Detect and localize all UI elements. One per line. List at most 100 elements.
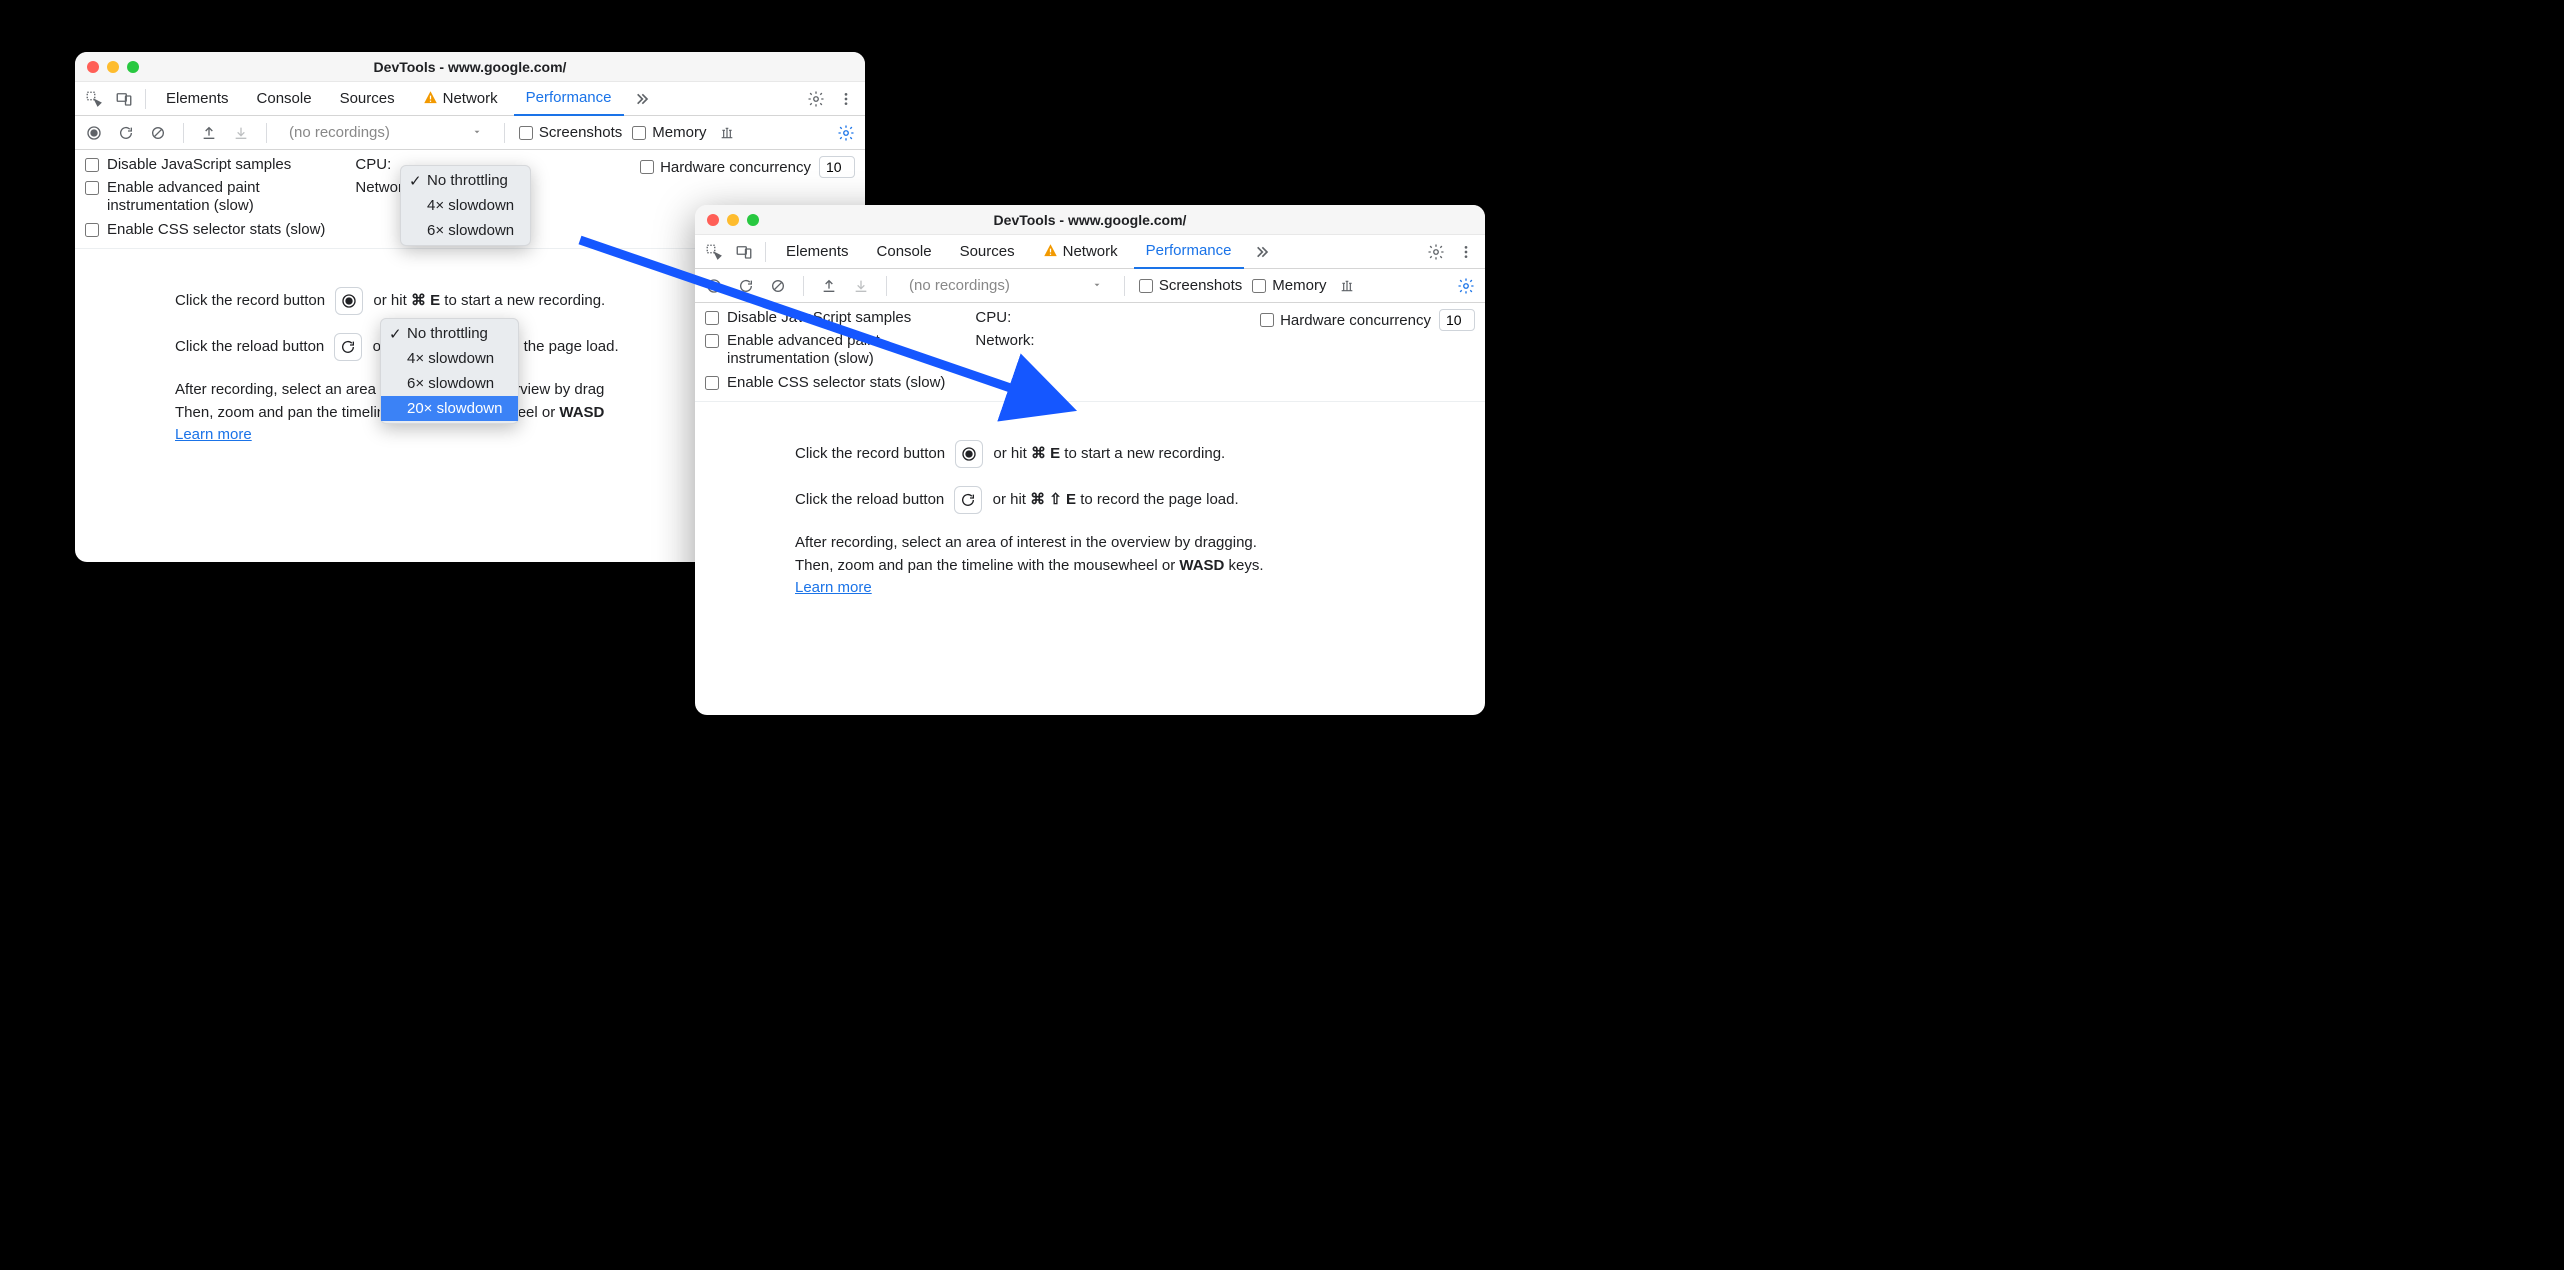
download-icon	[230, 122, 252, 144]
separator	[1124, 276, 1125, 296]
disable-js-checkbox[interactable]: Disable JavaScript samples	[85, 156, 325, 173]
advanced-paint-checkbox[interactable]: Enable advanced paintinstrumentation (sl…	[85, 179, 325, 215]
reload-record-button[interactable]	[115, 122, 137, 144]
zoom-button[interactable]	[747, 214, 759, 226]
learn-more-link[interactable]: Learn more	[175, 426, 252, 443]
caret-icon	[1092, 277, 1102, 294]
memory-checkbox[interactable]: Memory	[632, 124, 706, 141]
tab-label: Console	[877, 243, 932, 260]
record-button[interactable]	[703, 275, 725, 297]
separator	[765, 242, 766, 262]
network-throttle-label: Network:	[975, 332, 1034, 349]
tab-elements[interactable]: Elements	[774, 235, 861, 269]
upload-icon[interactable]	[818, 275, 840, 297]
minimize-button[interactable]	[107, 61, 119, 73]
tab-performance[interactable]: Performance	[1134, 235, 1244, 269]
upload-icon[interactable]	[198, 122, 220, 144]
minimize-button[interactable]	[727, 214, 739, 226]
throttle-option[interactable]: 20× slowdown	[381, 396, 518, 421]
close-button[interactable]	[707, 214, 719, 226]
collect-garbage-icon[interactable]	[1336, 275, 1358, 297]
recordings-placeholder: (no recordings)	[909, 277, 1010, 294]
settings-gear-icon[interactable]	[803, 86, 829, 112]
memory-label: Memory	[652, 124, 706, 141]
recordings-dropdown[interactable]: (no recordings)	[281, 124, 490, 141]
css-selector-checkbox[interactable]: Enable CSS selector stats (slow)	[85, 221, 325, 238]
reload-button-inline[interactable]	[954, 486, 982, 514]
hardware-concurrency-input[interactable]	[1439, 309, 1475, 331]
advanced-paint-checkbox[interactable]: Enable advanced paintinstrumentation (sl…	[705, 332, 945, 368]
tab-label: Sources	[960, 243, 1015, 260]
screenshots-checkbox[interactable]: Screenshots	[519, 124, 622, 141]
throttle-option[interactable]: No throttling	[381, 321, 518, 346]
memory-checkbox[interactable]: Memory	[1252, 277, 1326, 294]
record-button-inline[interactable]	[955, 440, 983, 468]
tab-elements[interactable]: Elements	[154, 82, 241, 116]
close-button[interactable]	[87, 61, 99, 73]
capture-settings-gear-icon[interactable]	[1455, 275, 1477, 297]
record-button[interactable]	[83, 122, 105, 144]
reload-instruction: Click the reload button or hit ⌘ ⇧ E to …	[795, 486, 1455, 514]
cpu-throttle-dropdown[interactable]: No throttling4× slowdown6× slowdown	[400, 165, 531, 246]
separator	[266, 123, 267, 143]
hwcc-label: Hardware concurrency	[660, 159, 811, 176]
zoom-button[interactable]	[127, 61, 139, 73]
panel-tabstrip: Elements Console Sources NetworkPerformance	[695, 235, 1485, 269]
throttle-option[interactable]: 6× slowdown	[401, 218, 530, 243]
titlebar: DevTools - www.google.com/	[695, 205, 1485, 235]
inspect-icon[interactable]	[701, 239, 727, 265]
throttle-option[interactable]: No throttling	[401, 168, 530, 193]
separator	[183, 123, 184, 143]
clear-button[interactable]	[767, 275, 789, 297]
hardware-concurrency-checkbox[interactable]: Hardware concurrency	[640, 159, 811, 176]
tab-network[interactable]: Network	[1031, 235, 1130, 269]
device-icon[interactable]	[111, 86, 137, 112]
record-button-inline[interactable]	[335, 287, 363, 315]
kebab-menu-icon[interactable]	[833, 86, 859, 112]
more-panels-icon[interactable]	[1248, 239, 1274, 265]
more-panels-icon[interactable]	[628, 86, 654, 112]
inspect-icon[interactable]	[81, 86, 107, 112]
cpu-throttle-label: CPU:	[975, 309, 1034, 326]
tab-label: Elements	[166, 90, 229, 107]
settings-gear-icon[interactable]	[1423, 239, 1449, 265]
tab-sources[interactable]: Sources	[948, 235, 1027, 269]
recording-toolbar: (no recordings) Screenshots Memory	[75, 116, 865, 150]
kebab-menu-icon[interactable]	[1453, 239, 1479, 265]
cpu-throttle-dropdown[interactable]: No throttling4× slowdown6× slowdown20× s…	[380, 318, 519, 424]
reload-record-button[interactable]	[735, 275, 757, 297]
tab-performance[interactable]: Performance	[514, 82, 624, 116]
tab-console[interactable]: Console	[245, 82, 324, 116]
throttle-option[interactable]: 4× slowdown	[381, 346, 518, 371]
recording-toolbar: (no recordings) Screenshots Memory	[695, 269, 1485, 303]
device-icon[interactable]	[731, 239, 757, 265]
clear-button[interactable]	[147, 122, 169, 144]
instruction-area: Click the record button or hit ⌘ E to st…	[695, 402, 1485, 648]
disable-js-checkbox[interactable]: Disable JavaScript samples	[705, 309, 945, 326]
after-recording-text: After recording, select an area of inter…	[795, 532, 1455, 600]
recordings-dropdown[interactable]: (no recordings)	[901, 277, 1110, 294]
hardware-concurrency-checkbox[interactable]: Hardware concurrency	[1260, 312, 1431, 329]
tab-network[interactable]: Network	[411, 82, 510, 116]
tab-console[interactable]: Console	[865, 235, 944, 269]
tab-label: Network	[443, 90, 498, 107]
separator	[145, 89, 146, 109]
capture-settings-gear-icon[interactable]	[835, 122, 857, 144]
separator	[504, 123, 505, 143]
throttle-option[interactable]: 4× slowdown	[401, 193, 530, 218]
learn-more-link[interactable]: Learn more	[795, 579, 872, 596]
capture-settings-panel: Disable JavaScript samples Enable advanc…	[695, 303, 1485, 402]
collect-garbage-icon[interactable]	[716, 122, 738, 144]
reload-button-inline[interactable]	[334, 333, 362, 361]
devtools-window: DevTools - www.google.com/ Elements Conso…	[695, 205, 1485, 715]
throttle-option[interactable]: 6× slowdown	[381, 371, 518, 396]
caret-icon	[472, 124, 482, 141]
css-selector-checkbox[interactable]: Enable CSS selector stats (slow)	[705, 374, 945, 391]
tab-label: Sources	[340, 90, 395, 107]
tab-label: Performance	[526, 89, 612, 106]
window-title: DevTools - www.google.com/	[994, 212, 1187, 228]
hardware-concurrency-input[interactable]	[819, 156, 855, 178]
screenshots-checkbox[interactable]: Screenshots	[1139, 277, 1242, 294]
traffic-lights	[87, 61, 139, 73]
tab-sources[interactable]: Sources	[328, 82, 407, 116]
